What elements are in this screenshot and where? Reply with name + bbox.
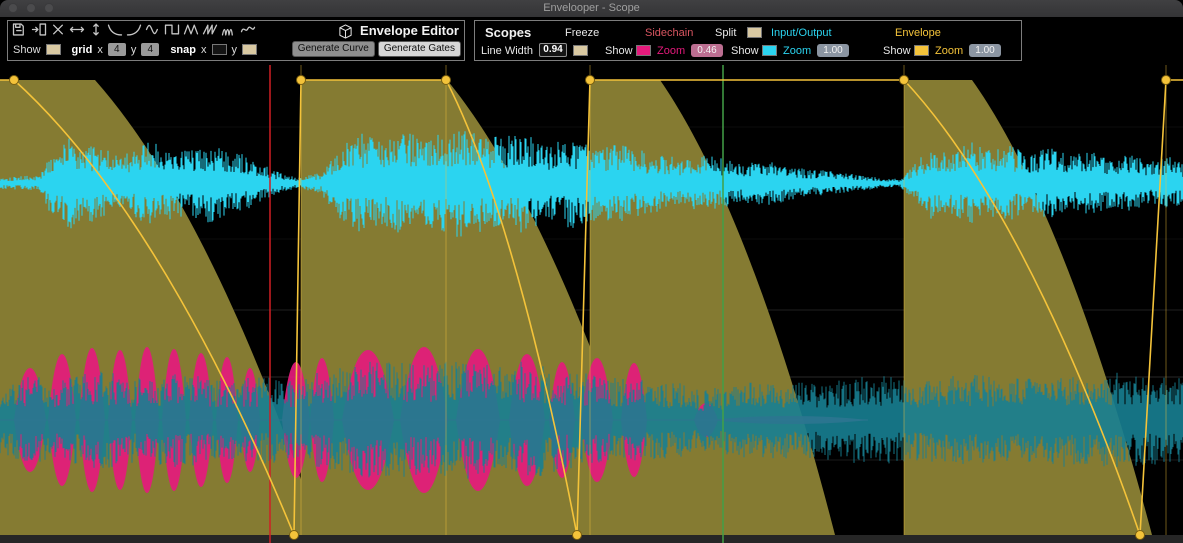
io-show-label: Show [731, 45, 759, 57]
cube-icon [338, 24, 355, 38]
envelope-editor-controls: Show grid x 4 y 4 snap x y [13, 43, 257, 56]
io-section-label: Input/Output [771, 27, 832, 39]
sidechain-zoom-value[interactable]: 0.46 [691, 44, 723, 57]
envelope-editor-header: Envelope Editor [338, 23, 459, 38]
envelope-editor-panel: Envelope Editor Show grid x 4 y 4 snap x… [7, 20, 465, 61]
scopes-title: Scopes [485, 25, 531, 40]
sidechain-section-label: Sidechain [645, 27, 693, 39]
delete-icon[interactable] [50, 23, 67, 37]
app-window: Envelooper - Scope Envelope Editor Show … [0, 0, 1183, 543]
envelope-handle[interactable] [1136, 531, 1145, 540]
sidechain-show-swatch[interactable] [636, 45, 651, 56]
spikes-icon[interactable] [221, 23, 238, 37]
window-bottom-strip [0, 535, 1183, 543]
envelope-handle[interactable] [297, 76, 306, 85]
envelope-handle[interactable] [10, 76, 19, 85]
envelope-editor-icon-strip [12, 23, 257, 37]
envelope-handle[interactable] [290, 531, 299, 540]
snap-y-label: y [232, 44, 238, 56]
scopes-panel: Scopes Freeze Sidechain Split Input/Outp… [474, 20, 1022, 61]
envelope-show-swatch[interactable] [914, 45, 929, 56]
line-width-swatch[interactable] [573, 45, 588, 56]
titlebar[interactable]: Envelooper - Scope [0, 0, 1183, 18]
envelope-editor-title: Envelope Editor [360, 23, 459, 38]
decay-curve-icon[interactable] [107, 23, 124, 37]
envelope-handle[interactable] [1162, 76, 1171, 85]
snap-x-swatch[interactable] [212, 44, 227, 55]
flip-vertical-icon[interactable] [88, 23, 105, 37]
toolbar: Envelope Editor Show grid x 4 y 4 snap x… [0, 17, 1183, 65]
sine-wave-icon[interactable] [145, 23, 162, 37]
grid-label: grid [72, 44, 93, 56]
grid-x-value[interactable]: 4 [108, 43, 126, 56]
envelope-handle[interactable] [442, 76, 451, 85]
grid-x-label: x [97, 44, 103, 56]
scope-canvas[interactable] [0, 65, 1183, 543]
envelope-zoom-value[interactable]: 1.00 [969, 44, 1001, 57]
envelope-handle[interactable] [573, 531, 582, 540]
window-title: Envelooper - Scope [0, 0, 1183, 17]
random-curve-icon[interactable] [240, 23, 257, 37]
envelope-handle[interactable] [586, 76, 595, 85]
square-wave-icon[interactable] [164, 23, 181, 37]
io-zoom-label: Zoom [783, 45, 811, 57]
saw-wave-icon[interactable] [202, 23, 219, 37]
generate-curve-button[interactable]: Generate Curve [292, 41, 375, 57]
split-swatch[interactable] [747, 27, 762, 38]
io-zoom-value[interactable]: 1.00 [817, 44, 849, 57]
save-icon[interactable] [12, 23, 29, 37]
generate-buttons: Generate Curve Generate Gates [292, 41, 461, 57]
envelope-section-label: Envelope [895, 27, 941, 39]
triangle-wave-icon[interactable] [183, 23, 200, 37]
editor-show-swatch[interactable] [46, 44, 61, 55]
generate-gates-button[interactable]: Generate Gates [378, 41, 461, 57]
envelope-zoom-label: Zoom [935, 45, 963, 57]
rise-curve-icon[interactable] [126, 23, 143, 37]
sidechain-show-label: Show [605, 45, 633, 57]
snap-label: snap [170, 44, 196, 56]
snap-x-label: x [201, 44, 207, 56]
line-width-label: Line Width [481, 45, 533, 57]
grid-y-value[interactable]: 4 [141, 43, 159, 56]
split-label: Split [715, 27, 736, 39]
envelope-show-label: Show [883, 45, 911, 57]
sidechain-zoom-label: Zoom [657, 45, 685, 57]
snap-y-swatch[interactable] [242, 44, 257, 55]
line-width-value[interactable]: 0.94 [539, 43, 567, 57]
envelope-handle[interactable] [900, 76, 909, 85]
grid-y-label: y [131, 44, 137, 56]
io-show-swatch[interactable] [762, 45, 777, 56]
freeze-label[interactable]: Freeze [565, 27, 599, 39]
show-label: Show [13, 44, 41, 56]
copy-icon[interactable] [31, 23, 48, 37]
flip-horizontal-icon[interactable] [69, 23, 86, 37]
